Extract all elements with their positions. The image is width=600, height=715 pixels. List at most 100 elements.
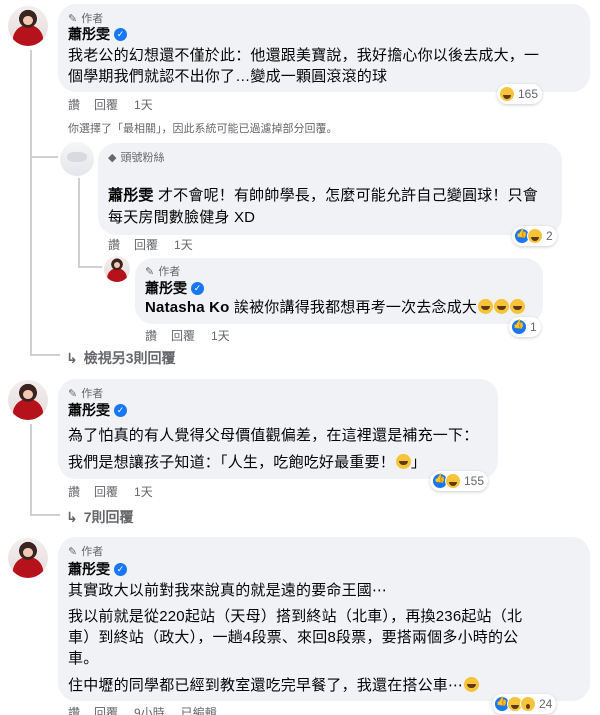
like-button[interactable]: 讚	[145, 327, 157, 344]
reaction-count: 2	[546, 229, 553, 243]
like-button[interactable]: 讚	[108, 236, 120, 253]
filter-note: 你選擇了「最相關」，因此系統可能已過濾掉部分回覆。	[68, 123, 338, 135]
pencil-icon: ✎	[68, 387, 78, 400]
verified-icon: ✓	[114, 562, 127, 576]
author-name[interactable]: 蕭彤雯	[68, 559, 110, 579]
comment-text-line: 為了怕真的有人覺得父母價值觀偏差，在這裡還是補充一下：	[68, 427, 479, 444]
comment-text-line: 我老公的幻想還不僅於此：他還跟美寶說，我好擔心你以後去成大，一	[68, 47, 540, 64]
reply-actions: 讚 回覆 1天	[145, 327, 230, 344]
verified-icon: ✓	[114, 403, 127, 417]
avatar[interactable]	[104, 256, 130, 282]
thread-connector	[30, 156, 58, 158]
mention-name[interactable]: Natasha Ko	[145, 299, 230, 316]
like-button[interactable]: 讚	[68, 96, 80, 113]
reply-arrow-icon: ↳	[66, 508, 78, 525]
comment-thread: ✎ 作者 蕭彤雯 ✓ 我老公的幻想還不僅於此：他還跟美寶說，我好擔心你以後去成大…	[0, 0, 600, 715]
reply-text-line: 每天房間數臉健身 XD	[108, 209, 256, 226]
author-badge: ✎ 作者	[68, 543, 103, 559]
comment-actions: 讚 回覆 1天	[68, 96, 153, 113]
reaction-count: 1	[530, 320, 537, 334]
reply-button[interactable]: 回覆	[134, 236, 158, 253]
pencil-icon: ✎	[68, 12, 78, 25]
like-button[interactable]: 讚	[68, 483, 80, 500]
reaction-summary[interactable]: 1	[509, 317, 541, 337]
author-name[interactable]: 蕭彤雯	[145, 278, 187, 298]
reply-text-line: 蕭彤雯 才不會呢！有帥帥學長，怎麼可能允許自己變圓球！只會	[108, 185, 538, 207]
badge-label: 作者	[81, 388, 104, 400]
badge-label: 作者	[158, 266, 181, 278]
timestamp[interactable]: 1天	[174, 236, 193, 253]
avatar[interactable]	[8, 380, 48, 420]
haha-emoji	[395, 454, 411, 469]
author-badge: ✎ 作者	[145, 263, 180, 279]
timestamp[interactable]: 1天	[134, 96, 153, 113]
haha-emoji	[494, 299, 510, 314]
reply-author[interactable]: 蕭彤雯 ✓	[145, 278, 204, 298]
comment-text-line: 個學期我們就認不出你了…變成一顆圓滾滾的球	[68, 68, 388, 85]
reaction-count: 165	[518, 87, 539, 101]
view-more-label[interactable]: 7則回覆	[84, 507, 134, 527]
comment-text-line: 住中壢的同學都已經到教室還吃完早餐了，我還在搭公車⋯	[68, 675, 480, 697]
reply-text-line: Natasha Ko 誒被你講得我都想再考一次去念成大	[145, 297, 526, 319]
mention-name[interactable]: 蕭彤雯	[108, 187, 154, 204]
timestamp[interactable]: 9小時	[134, 704, 165, 715]
reply-text: 誒被你講得我都想再考一次去念成大	[233, 299, 478, 316]
reply-button[interactable]: 回覆	[94, 704, 118, 715]
avatar[interactable]	[8, 6, 48, 46]
reply-arrow-icon: ↳	[66, 349, 78, 366]
verified-icon: ✓	[191, 281, 204, 295]
reply-button[interactable]: 回覆	[94, 483, 118, 500]
comment-text-line: 其實政大以前對我來說真的就是遠的要命王國⋯	[68, 582, 388, 599]
reaction-summary[interactable]: 24	[492, 694, 557, 714]
reaction-count: 24	[539, 697, 553, 711]
avatar[interactable]	[60, 142, 94, 176]
like-button[interactable]: 讚	[68, 704, 80, 715]
wow-icon	[520, 696, 536, 712]
view-more-replies[interactable]: ↳ 檢視另3則回覆	[66, 348, 176, 368]
author-name[interactable]: 蕭彤雯	[68, 400, 110, 420]
reaction-summary[interactable]: 165	[497, 84, 543, 104]
thread-connector	[78, 178, 80, 268]
comment-actions: 讚 回覆 9小時 已編輯	[68, 704, 217, 715]
timestamp[interactable]: 1天	[211, 327, 230, 344]
comment-text-line: 我以前就是從220起站（天母）搭到終站（北車），再換236起站（北	[68, 608, 523, 625]
author-name[interactable]: 蕭彤雯	[68, 24, 110, 44]
reply-button[interactable]: 回覆	[171, 327, 195, 344]
verified-icon: ✓	[114, 27, 127, 41]
comment-author[interactable]: 蕭彤雯 ✓	[68, 400, 127, 420]
reaction-count: 155	[464, 474, 485, 488]
comment-actions: 讚 回覆 1天	[68, 483, 153, 500]
view-more-replies[interactable]: ↳ 7則回覆	[66, 507, 134, 527]
pencil-icon: ✎	[145, 265, 155, 278]
haha-emoji	[510, 299, 526, 314]
reply-actions: 讚 回覆 1天	[108, 236, 193, 253]
fan-badge: ◆ 頭號粉絲	[108, 149, 164, 165]
comment-text-line: 車。	[68, 650, 99, 667]
reaction-summary[interactable]: 155	[430, 471, 489, 491]
timestamp[interactable]: 1天	[134, 483, 153, 500]
comment-text-line: 車）到終站（政大），一趟4段票、來回8段票，要搭兩個多小時的公	[68, 629, 519, 646]
haha-icon	[527, 228, 543, 244]
badge-label: 頭號粉絲	[120, 152, 165, 164]
comment-text: 」	[410, 454, 427, 471]
thread-connector	[30, 514, 60, 516]
comment-author[interactable]: 蕭彤雯 ✓	[68, 24, 127, 44]
haha-icon	[445, 473, 461, 489]
comment-text: 我們是想讓孩子知道：「人生，吃飽吃好最重要！	[68, 454, 395, 471]
diamond-icon: ◆	[108, 151, 117, 164]
thread-connector	[30, 424, 32, 516]
reply-button[interactable]: 回覆	[94, 96, 118, 113]
thread-connector	[30, 354, 60, 356]
view-more-label[interactable]: 檢視另3則回覆	[84, 348, 176, 368]
like-reaction-icon	[511, 319, 527, 335]
haha-emoji	[478, 299, 494, 314]
author-badge: ✎ 作者	[68, 385, 103, 401]
badge-label: 作者	[81, 546, 104, 558]
haha-icon	[499, 86, 515, 102]
pencil-icon: ✎	[68, 545, 78, 558]
reaction-summary[interactable]: 2	[512, 226, 557, 246]
thread-connector	[30, 50, 32, 355]
avatar[interactable]	[8, 538, 48, 578]
edited-label[interactable]: 已編輯	[181, 704, 217, 715]
comment-author[interactable]: 蕭彤雯 ✓	[68, 559, 127, 579]
